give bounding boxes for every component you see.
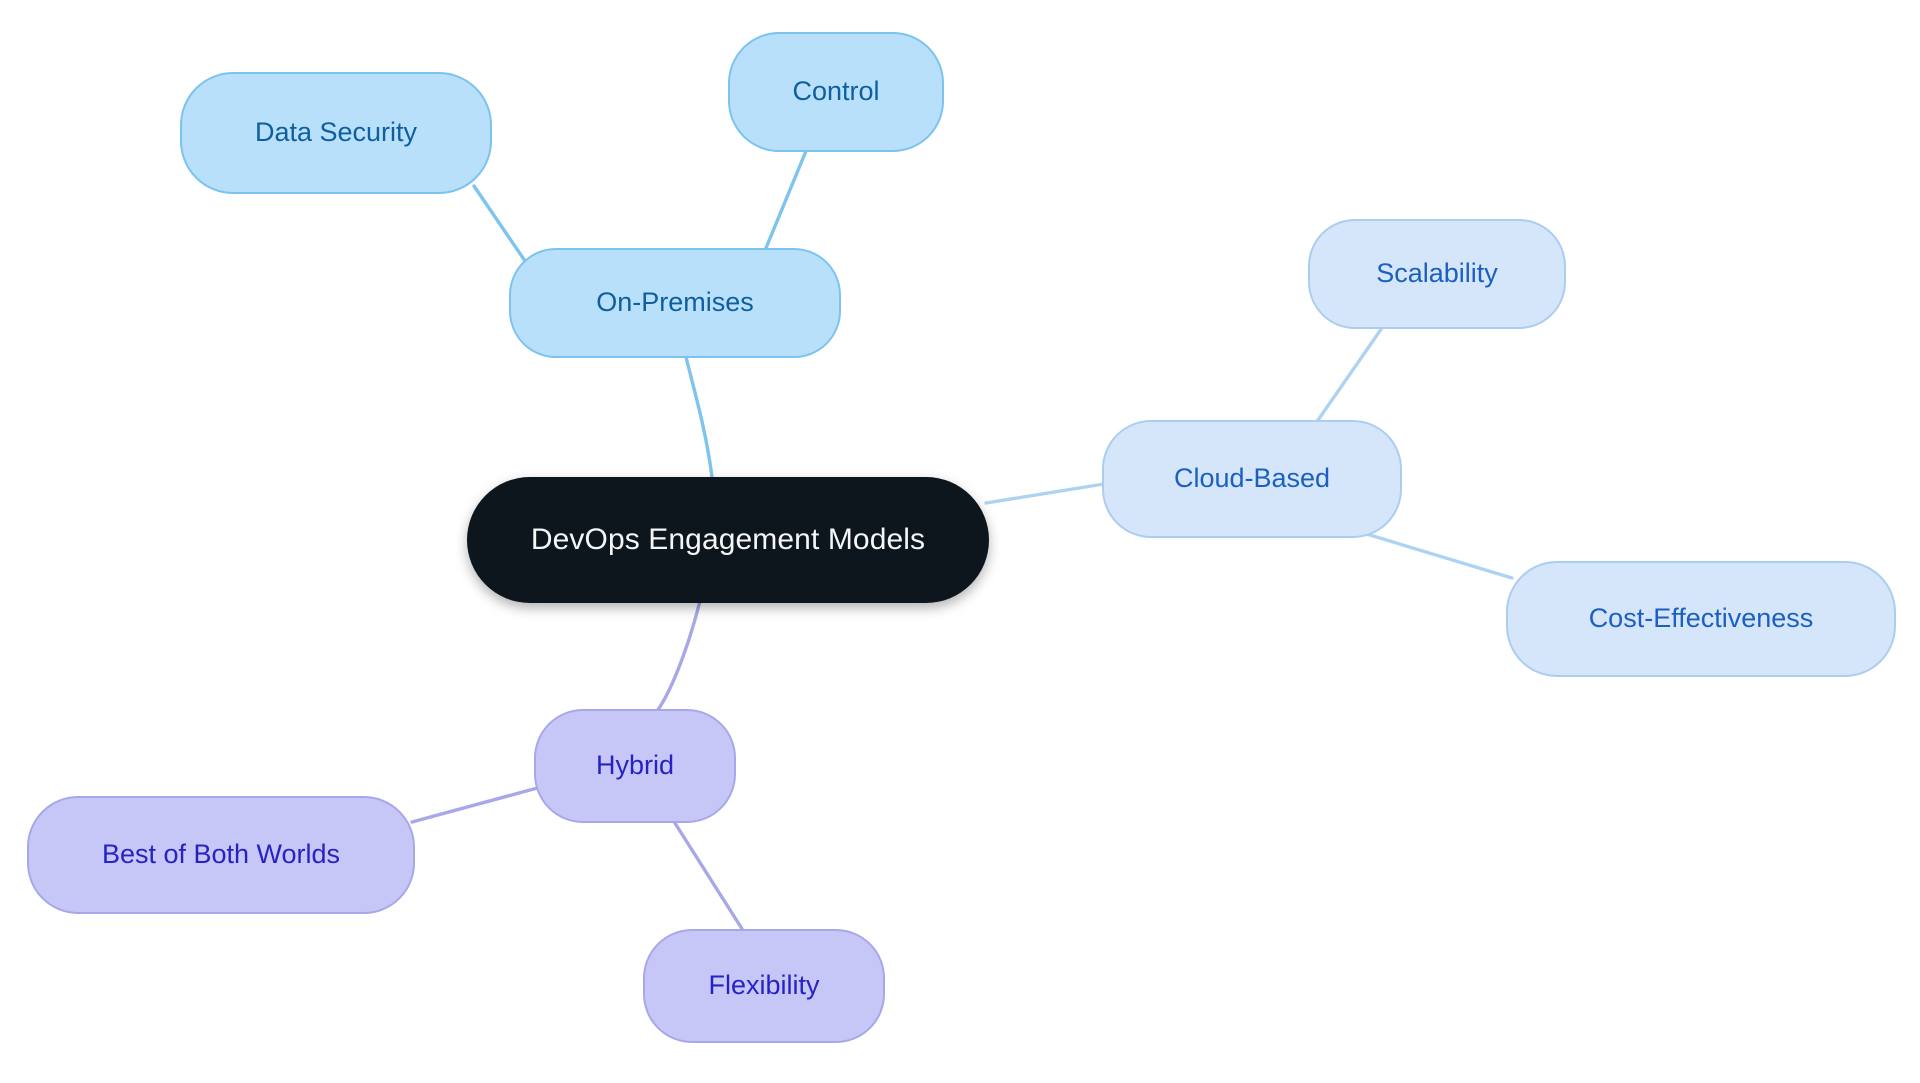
edge-onprem-control — [757, 149, 808, 267]
node-label-scalability: Scalability — [1376, 258, 1498, 288]
edge-root-cloud — [984, 481, 1112, 505]
node-layer: Data Security Control Scalability Cost-Effe… — [27, 32, 1896, 1043]
node-label-on-premises: On-Premises — [596, 287, 754, 317]
node-label-data-security: Data Security — [255, 117, 418, 147]
mindmap-canvas: Data Security Control Scalability Cost-Effe… — [0, 0, 1920, 1083]
mindmap-node-flexibility[interactable]: Flexibility — [643, 929, 885, 1043]
mindmap-node-root[interactable]: DevOps Engagement Models — [467, 477, 989, 603]
node-label-best-of-both-worlds: Best of Both Worlds — [102, 839, 340, 869]
edge-hybrid-bestofboth — [410, 785, 543, 824]
node-label-hybrid: Hybrid — [596, 750, 674, 780]
mindmap-node-best-of-both-worlds[interactable]: Best of Both Worlds — [27, 796, 415, 914]
node-label-cloud-based: Cloud-Based — [1174, 463, 1330, 493]
mindmap-node-scalability[interactable]: Scalability — [1308, 219, 1566, 329]
mindmap-node-data-security[interactable]: Data Security — [180, 72, 492, 194]
mindmap-svg: Data Security Control Scalability Cost-Effe… — [27, 32, 1896, 1043]
node-label-control: Control — [792, 76, 879, 106]
node-label-cost-effectiveness: Cost-Effectiveness — [1589, 603, 1814, 633]
edge-root-hybrid — [652, 599, 702, 717]
mindmap-node-cloud-based[interactable]: Cloud-Based — [1102, 420, 1402, 538]
mindmap-node-cost-effectiveness[interactable]: Cost-Effectiveness — [1506, 561, 1896, 677]
mindmap-node-on-premises[interactable]: On-Premises — [509, 248, 841, 358]
edge-hybrid-flexibility — [671, 818, 746, 934]
edge-root-onprem — [684, 355, 714, 479]
edge-cloud-cost — [1348, 527, 1514, 580]
mindmap-node-control[interactable]: Control — [728, 32, 944, 152]
edge-cloud-scalability — [1314, 323, 1386, 425]
mindmap-node-hybrid[interactable]: Hybrid — [534, 709, 736, 823]
node-label-flexibility: Flexibility — [708, 970, 820, 1000]
node-label-root: DevOps Engagement Models — [531, 523, 925, 556]
